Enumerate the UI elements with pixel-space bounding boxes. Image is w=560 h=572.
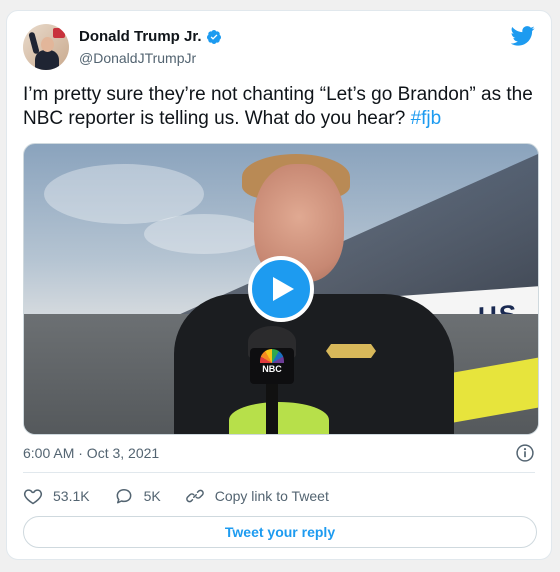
avatar-flag	[53, 28, 65, 38]
author-handle[interactable]: @DonaldJTrumpJr	[79, 50, 196, 66]
avatar[interactable]	[23, 24, 69, 70]
tweet-text: I’m pretty sure they’re not chanting “Le…	[23, 83, 535, 131]
tweet-your-reply-button[interactable]: Tweet your reply	[23, 516, 537, 548]
author-name-row: Donald Trump Jr.	[79, 28, 222, 45]
tweet-timestamp[interactable]: 6:00 AM · Oct 3, 2021	[23, 445, 159, 461]
tweet-card: Donald Trump Jr. @DonaldJTrumpJr I’m pre…	[6, 10, 552, 560]
reply-bubble-icon	[116, 489, 132, 504]
divider	[23, 472, 535, 473]
like-button[interactable]: 53.1K	[23, 486, 90, 506]
verified-badge-icon	[206, 29, 221, 44]
heart-icon	[23, 489, 43, 505]
video-player[interactable]: US NBC	[23, 143, 539, 435]
driver-suit-accent	[229, 402, 329, 434]
tweet-actions: 53.1K 5K Copy link to Tweet	[23, 481, 353, 511]
avatar-shoulders	[35, 50, 59, 70]
mic-flag-text: NBC	[262, 364, 282, 374]
link-icon	[185, 489, 204, 503]
twitter-bird-icon[interactable]	[511, 26, 535, 46]
tweet-header: Donald Trump Jr. @DonaldJTrumpJr	[23, 24, 535, 72]
tweet-body: I’m pretty sure they’re not chanting “Le…	[23, 84, 533, 129]
hashtag-link[interactable]: #fjb	[411, 108, 442, 129]
cloud	[144, 214, 264, 254]
reply-button[interactable]: 5K	[114, 486, 161, 506]
reply-count: 5K	[143, 488, 161, 504]
play-button[interactable]	[248, 256, 314, 322]
play-icon	[273, 277, 294, 301]
chevrolet-logo	[326, 344, 376, 358]
author-name[interactable]: Donald Trump Jr.	[79, 28, 202, 45]
avatar-arm	[28, 31, 40, 55]
copy-link-label: Copy link to Tweet	[214, 488, 329, 504]
copy-link-button[interactable]: Copy link to Tweet	[185, 486, 329, 506]
avatar-head	[41, 37, 54, 52]
info-icon[interactable]	[515, 443, 535, 463]
like-count: 53.1K	[53, 488, 90, 504]
